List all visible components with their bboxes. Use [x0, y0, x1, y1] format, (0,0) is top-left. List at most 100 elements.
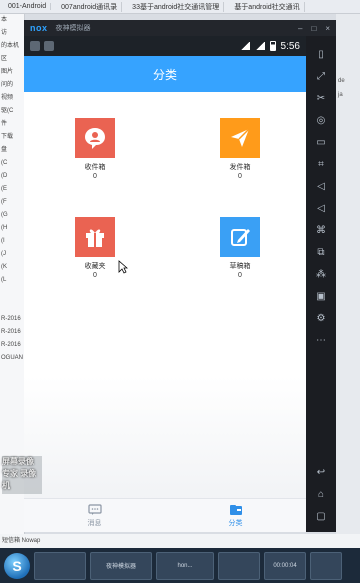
tab-label: 消息: [87, 520, 102, 527]
desktop-tab[interactable]: 基于android社交通讯: [230, 1, 305, 12]
explorer-item[interactable]: (D: [0, 170, 24, 183]
explorer-item[interactable]: 视频: [0, 92, 24, 105]
page-title: 分类: [152, 67, 177, 82]
tab-messages[interactable]: 消息: [24, 499, 165, 532]
android-status-bar: 5:56: [24, 36, 306, 56]
explorer-item[interactable]: [0, 287, 24, 300]
recent-apps-icon[interactable]: ▢: [314, 508, 328, 524]
explorer-item[interactable]: 下载: [0, 131, 24, 144]
explorer-item[interactable]: (I: [0, 235, 24, 248]
back-icon[interactable]: ↩: [314, 464, 328, 480]
explorer-item[interactable]: (G: [0, 209, 24, 222]
explorer-item[interactable]: 问的: [0, 79, 24, 92]
explorer-item[interactable]: 访: [0, 27, 24, 40]
category-count: 0: [238, 173, 242, 180]
taskbar-item[interactable]: 00:00:04: [264, 551, 306, 580]
watermark-line: 专家 录像机: [2, 469, 37, 490]
apk-install-icon[interactable]: ▯: [314, 46, 328, 62]
emulator-title: 夜神模拟器: [55, 25, 91, 32]
explorer-item[interactable]: (E: [0, 183, 24, 196]
emulator-window: nox 夜神模拟器 – □ × 5:56 分类 收件箱 0 发件箱 0 收藏夹 …: [24, 20, 336, 532]
category-inbox[interactable]: 收件箱 0: [55, 118, 135, 181]
tab-label: 分类: [228, 520, 243, 527]
message-icon: [87, 504, 102, 515]
status-time: 5:56: [280, 40, 300, 52]
more-icon[interactable]: ⋯: [314, 332, 328, 348]
location-icon[interactable]: ◎: [314, 112, 328, 128]
explorer-item[interactable]: (L: [0, 274, 24, 287]
explorer-item[interactable]: [0, 300, 24, 313]
taskbar-item[interactable]: hon...: [156, 551, 214, 580]
explorer-item[interactable]: 件: [0, 118, 24, 131]
explorer-item[interactable]: (F: [0, 196, 24, 209]
desktop-tab[interactable]: 33基于android社交通讯管理: [128, 1, 225, 12]
watermark-line: 屏幕录像: [2, 457, 34, 466]
explorer-item[interactable]: (J: [0, 248, 24, 261]
minimize-button[interactable]: –: [298, 24, 302, 33]
category-outbox[interactable]: 发件箱 0: [200, 118, 280, 181]
taskbar-item[interactable]: 夜神模拟器: [90, 551, 152, 580]
explorer-item[interactable]: 本: [0, 14, 24, 27]
emulator-titlebar[interactable]: nox 夜神模拟器 – □ ×: [24, 20, 336, 36]
volume-up-icon[interactable]: ◁: [314, 178, 328, 194]
macro-icon[interactable]: ⁂: [314, 266, 328, 282]
explorer-item[interactable]: OGUAN: [0, 352, 24, 365]
explorer-item[interactable]: R-2016: [0, 313, 24, 326]
taskbar-item[interactable]: [218, 551, 260, 580]
desktop-tab[interactable]: 007android通讯录: [57, 1, 123, 12]
windows-taskbar: S 夜神模拟器 hon... 00:00:04: [0, 548, 360, 583]
category-drafts[interactable]: 草稿箱 0: [200, 217, 280, 280]
send-icon: [231, 128, 250, 147]
home-icon[interactable]: ⌂: [314, 486, 328, 502]
explorer-item[interactable]: 图片: [0, 66, 24, 79]
maximize-button[interactable]: □: [311, 24, 316, 33]
category-count: 0: [93, 173, 97, 180]
category-label: 草稿箱: [229, 263, 251, 270]
explorer-item[interactable]: (C: [0, 157, 24, 170]
android-screen: 5:56 分类 收件箱 0 发件箱 0 收藏夹 0 草稿箱 0 消息 分类: [24, 36, 306, 532]
keyboard-icon[interactable]: ▭: [314, 134, 328, 150]
explorer-item[interactable]: R-2016: [0, 326, 24, 339]
category-count: 0: [238, 272, 242, 279]
inbox-icon: [85, 128, 105, 149]
start-button[interactable]: S: [4, 552, 30, 579]
explorer-item[interactable]: R-2016: [0, 339, 24, 352]
background-text: ja: [338, 92, 343, 98]
fullscreen-icon[interactable]: ⤢: [314, 68, 328, 84]
category-grid: 收件箱 0 发件箱 0 收藏夹 0 草稿箱 0: [24, 92, 306, 302]
signal-icon: [254, 42, 265, 50]
taskbar-item[interactable]: [34, 551, 86, 580]
mouse-cursor-icon: [118, 260, 128, 274]
multi-instance-icon[interactable]: ⧉: [314, 244, 328, 260]
taskbar-item[interactable]: [310, 551, 342, 580]
scissors-icon[interactable]: ✂: [314, 90, 328, 106]
tab-categories[interactable]: 分类: [165, 499, 306, 532]
settings-icon[interactable]: ⚙: [314, 310, 328, 326]
explorer-item[interactable]: 的本机: [0, 40, 24, 53]
notification-icon: [30, 41, 40, 51]
folder-icon: [229, 505, 242, 515]
desktop-tab[interactable]: 001-Android: [4, 3, 52, 10]
shield-icon: [44, 41, 54, 51]
shake-icon[interactable]: ⌘: [314, 222, 328, 238]
explorer-item[interactable]: 区: [0, 53, 24, 66]
close-button[interactable]: ×: [325, 24, 330, 33]
bottom-tab-bar: 消息 分类: [24, 498, 306, 532]
wifi-icon: [239, 42, 250, 50]
favorites-tile[interactable]: [75, 217, 115, 257]
volume-down-icon[interactable]: ◁: [314, 200, 328, 216]
explorer-item[interactable]: 驱(C: [0, 105, 24, 118]
screen-recorder-watermark: 屏幕录像 专家 录像机: [2, 456, 42, 494]
desktop-status-text: 短信箱 Nowap: [0, 534, 360, 548]
category-label: 收件箱: [84, 164, 106, 171]
background-window-fragment: de ja: [336, 14, 360, 534]
record-icon[interactable]: ▣: [314, 288, 328, 304]
drafts-tile[interactable]: [220, 217, 260, 257]
explorer-item[interactable]: (K: [0, 261, 24, 274]
explorer-item[interactable]: (H: [0, 222, 24, 235]
emulator-side-toolbar: ▯ ⤢ ✂ ◎ ▭ ⌗ ◁ ◁ ⌘ ⧉ ⁂ ▣ ⚙ ⋯ ↩ ⌂ ▢: [306, 36, 336, 532]
explorer-item[interactable]: 盘: [0, 144, 24, 157]
inbox-tile[interactable]: [75, 118, 115, 158]
outbox-tile[interactable]: [220, 118, 260, 158]
screenshot-icon[interactable]: ⌗: [314, 156, 328, 172]
